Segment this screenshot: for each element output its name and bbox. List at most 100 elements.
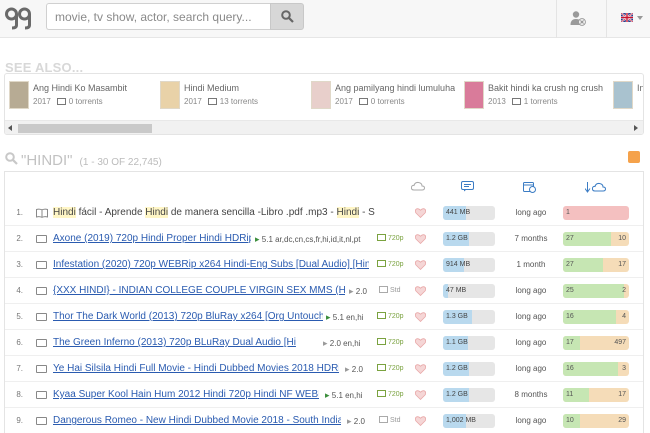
torrent-title[interactable]: Hindi fácil - Aprende Hindi de manera se… xyxy=(53,207,375,218)
peers-bar: 17 497 xyxy=(563,336,629,350)
leechers-count: 3 xyxy=(622,365,626,372)
uk-flag-icon[interactable] xyxy=(621,13,633,22)
heart-icon[interactable] xyxy=(415,208,426,218)
poster-thumbnail xyxy=(613,81,633,109)
rss-icon[interactable] xyxy=(628,151,640,163)
table-row[interactable]: 7. Ye Hai Silsila Hindi Full Movie - Hin… xyxy=(5,357,643,382)
size-bar: 1.2 GB xyxy=(443,388,495,402)
torrent-title[interactable]: Axone (2019) 720p Hindi Proper Hindi HDR… xyxy=(53,233,251,244)
speaker-icon: ▸ xyxy=(325,390,330,400)
see-also-title-text: Bakit hindi ka crush ng crush mo xyxy=(488,83,603,93)
chevron-down-icon[interactable] xyxy=(637,16,643,20)
heart-icon[interactable] xyxy=(415,312,426,322)
date-added: 7 months xyxy=(514,234,548,243)
heart-icon[interactable] xyxy=(415,390,426,400)
date-added: long ago xyxy=(515,338,547,347)
torrent-title[interactable]: {XXX HINDI} - INDIAN COLLEGE COUPLE VIRG… xyxy=(53,285,345,296)
table-header xyxy=(5,172,643,201)
row-number: 7. xyxy=(16,364,23,373)
table-row[interactable]: 2. Axone (2019) 720p Hindi Proper Hindi … xyxy=(5,227,643,252)
size-bar: 441 MB xyxy=(443,206,495,220)
size-text: 47 MB xyxy=(446,287,467,294)
speaker-icon: ▸ xyxy=(323,338,328,348)
results-range: (1 - 30 OF 22,745) xyxy=(79,157,162,168)
torrent-title[interactable]: Kyaa Super Kool Hain Hum 2012 Hindi 720p… xyxy=(53,389,319,400)
video-quality: Std xyxy=(379,416,401,424)
heart-icon[interactable] xyxy=(415,260,426,270)
torrent-title[interactable]: Infestation (2020) 720p WEBRip x264 Hind… xyxy=(53,259,369,270)
scroll-left-arrow-icon[interactable] xyxy=(8,125,12,131)
match-highlight: Hindi xyxy=(145,207,169,218)
seeders-count: 1 xyxy=(566,209,570,216)
leechers-count: 2 xyxy=(622,287,626,294)
screen-icon xyxy=(377,234,386,241)
header-divider xyxy=(606,0,607,38)
date-added-icon[interactable] xyxy=(523,181,536,193)
screen-icon xyxy=(377,260,386,267)
seeders-count: 17 xyxy=(566,339,574,346)
size-text: 1.2 GB xyxy=(446,235,468,242)
comments-icon[interactable] xyxy=(461,181,474,192)
site-logo[interactable] xyxy=(5,6,31,30)
horizontal-scrollbar[interactable] xyxy=(5,120,643,134)
table-row[interactable]: 8. Kyaa Super Kool Hain Hum 2012 Hindi 7… xyxy=(5,383,643,408)
cloud-icon[interactable] xyxy=(411,181,425,191)
table-row[interactable]: 4. {XXX HINDI} - INDIAN COLLEGE COUPLE V… xyxy=(5,279,643,304)
heart-icon[interactable] xyxy=(415,338,426,348)
audio-info: ▸ 2.0 xyxy=(349,286,367,296)
user-logout-icon[interactable] xyxy=(570,10,586,26)
peers-bar: 10 29 xyxy=(563,414,629,428)
movie-icon xyxy=(36,261,47,269)
size-bar: 1.2 GB xyxy=(443,232,495,246)
speaker-icon: ▸ xyxy=(345,364,350,374)
leechers-count: 17 xyxy=(618,261,626,268)
speaker-icon: ▸ xyxy=(255,234,260,244)
size-bar: 1.1 GB xyxy=(443,336,495,350)
torrent-icon xyxy=(358,98,368,105)
search-input[interactable] xyxy=(46,3,270,30)
heart-icon[interactable] xyxy=(415,234,426,244)
leechers-count: 497 xyxy=(614,339,626,346)
table-row[interactable]: 9. Dangerous Romeo - New Hindi Dubbed Mo… xyxy=(5,409,643,433)
date-added: 1 month xyxy=(516,260,546,269)
audio-info: ▸ 2.0 xyxy=(347,416,365,426)
heart-icon[interactable] xyxy=(415,286,426,296)
movie-icon xyxy=(36,235,47,243)
search-button[interactable] xyxy=(270,3,304,30)
scroll-right-arrow-icon[interactable] xyxy=(634,125,638,131)
size-bar: 1.2 GB xyxy=(443,362,495,376)
torrent-icon xyxy=(56,98,66,105)
torrent-title[interactable]: The Green Inferno (2013) 720p BLuRay Dua… xyxy=(53,337,296,348)
date-added: long ago xyxy=(515,208,547,217)
table-row[interactable]: 3. Infestation (2020) 720p WEBRip x264 H… xyxy=(5,253,643,278)
scrollbar-thumb[interactable] xyxy=(18,124,152,133)
poster-thumbnail xyxy=(464,81,484,109)
torrent-title[interactable]: Ye Hai Silsila Hindi Full Movie - Hindi … xyxy=(53,363,339,374)
heart-icon[interactable] xyxy=(415,364,426,374)
row-number: 4. xyxy=(16,286,23,295)
results-query: "HINDI" xyxy=(21,152,73,169)
heart-icon[interactable] xyxy=(415,416,426,426)
table-row[interactable]: 1. Hindi fácil - Aprende Hindi de manera… xyxy=(5,201,643,226)
see-also-meta: 2013 1 torrents xyxy=(488,97,558,106)
peers-bar: 16 4 xyxy=(563,310,629,324)
leechers-count: 17 xyxy=(618,391,626,398)
date-added: long ago xyxy=(515,286,547,295)
torrent-title[interactable]: Dangerous Romeo - New Hindi Dubbed Movie… xyxy=(53,415,341,426)
sort-seeders-icon[interactable] xyxy=(585,181,607,193)
size-text: 1.1 GB xyxy=(446,339,468,346)
size-text: 1,002 MB xyxy=(446,417,476,424)
peers-bar: 27 10 xyxy=(563,232,629,246)
header-divider xyxy=(556,0,557,38)
see-also-title-text: Ang Hindi Ko Masambit xyxy=(33,83,128,93)
poster-thumbnail xyxy=(311,81,331,109)
speaker-icon: ▸ xyxy=(326,312,331,322)
torrent-icon xyxy=(511,98,521,105)
match-highlight: Hindi xyxy=(53,207,76,218)
table-row[interactable]: 6. The Green Inferno (2013) 720p BLuRay … xyxy=(5,331,643,356)
size-bar: 1.3 GB xyxy=(443,310,495,324)
torrent-icon xyxy=(207,98,217,105)
table-row[interactable]: 5. Thor The Dark World (2013) 720p BluRa… xyxy=(5,305,643,330)
leechers-count: 4 xyxy=(622,313,626,320)
torrent-title[interactable]: Thor The Dark World (2013) 720p BluRay x… xyxy=(53,311,323,322)
